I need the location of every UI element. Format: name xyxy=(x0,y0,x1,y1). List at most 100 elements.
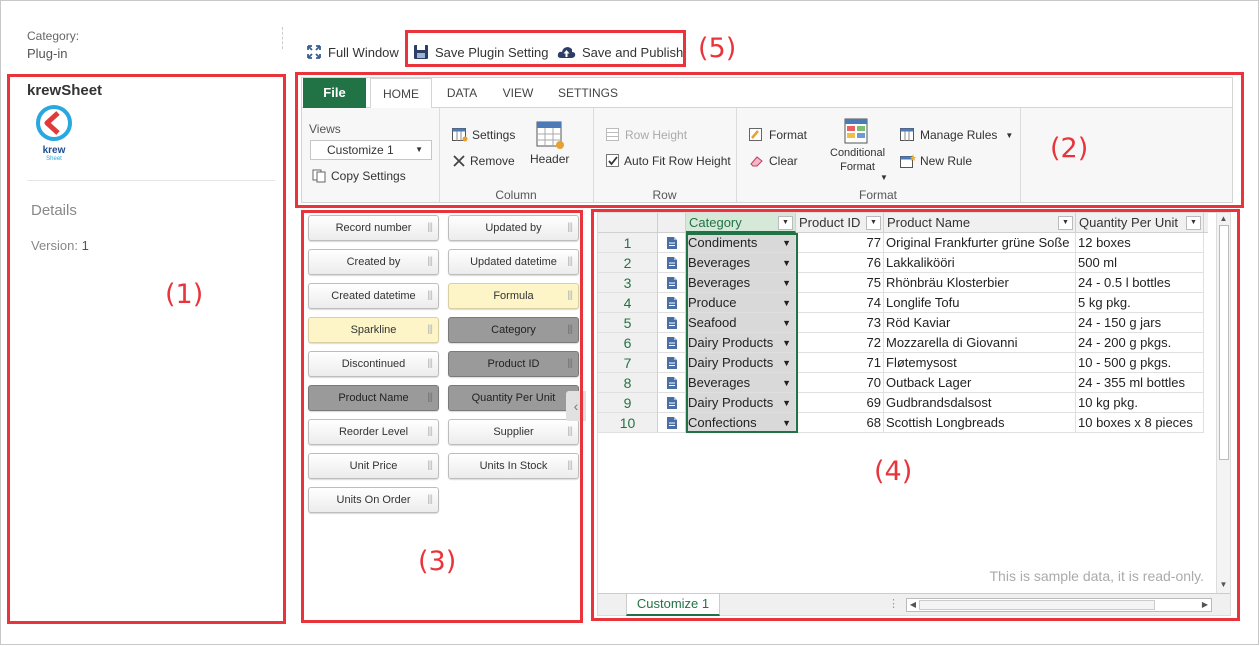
drag-handle-icon[interactable]: ||| xyxy=(427,216,433,240)
scroll-up-arrow-icon[interactable]: ▲ xyxy=(1217,213,1230,225)
document-icon[interactable] xyxy=(666,336,678,350)
product-name-cell[interactable]: Longlife Tofu xyxy=(884,293,1076,313)
product-id-cell[interactable]: 74 xyxy=(796,293,884,313)
record-detail-cell[interactable] xyxy=(658,293,686,313)
drag-handle-icon[interactable]: ||| xyxy=(427,250,433,274)
field-button[interactable]: Created by ||| xyxy=(308,249,439,275)
new-rule-button[interactable]: New Rule xyxy=(900,154,972,168)
category-cell[interactable]: Dairy Products ▼ xyxy=(686,393,796,413)
document-icon[interactable] xyxy=(666,256,678,270)
row-number[interactable]: 10 xyxy=(598,413,658,433)
filter-dropdown-icon[interactable]: ▼ xyxy=(1058,216,1073,230)
drag-handle-icon[interactable]: ||| xyxy=(427,284,433,308)
conditional-format-button[interactable]: Conditional Format xyxy=(830,118,885,174)
tab-settings[interactable]: SETTINGS xyxy=(554,78,622,108)
product-name-cell[interactable]: Scottish Longbreads xyxy=(884,413,1076,433)
cell-dropdown-icon[interactable]: ▼ xyxy=(782,373,791,392)
category-cell[interactable]: Beverages ▼ xyxy=(686,373,796,393)
product-id-cell[interactable]: 68 xyxy=(796,413,884,433)
tab-file[interactable]: File xyxy=(303,78,366,108)
field-button[interactable]: Formula ||| xyxy=(448,283,579,309)
column-header-category[interactable]: Category ▼ xyxy=(686,213,796,233)
product-id-cell[interactable]: 71 xyxy=(796,353,884,373)
field-button[interactable]: Reorder Level ||| xyxy=(308,419,439,445)
table-row[interactable]: 2 Beverages ▼ 76 Lakkalikööri 500 ml xyxy=(598,253,1208,273)
table-row[interactable]: 5 Seafood ▼ 73 Röd Kaviar 24 - 150 g jars xyxy=(598,313,1208,333)
row-number[interactable]: 6 xyxy=(598,333,658,353)
save-and-publish-button[interactable]: Save and Publish xyxy=(557,41,683,63)
table-row[interactable]: 6 Dairy Products ▼ 72 Mozzarella di Giovanni… xyxy=(598,333,1208,353)
conditional-format-caret-icon[interactable]: ▼ xyxy=(880,173,888,182)
drag-handle-icon[interactable]: ||| xyxy=(427,488,433,512)
format-button[interactable]: Format xyxy=(749,128,807,142)
tab-view[interactable]: VIEW xyxy=(498,78,538,108)
category-cell[interactable]: Condiments ▼ xyxy=(686,233,796,253)
column-header-product-name[interactable]: Product Name ▼ xyxy=(884,213,1076,233)
views-select[interactable]: Customize 1 ▼ xyxy=(310,140,432,160)
document-icon[interactable] xyxy=(666,276,678,290)
category-cell[interactable]: Beverages ▼ xyxy=(686,273,796,293)
document-icon[interactable] xyxy=(666,316,678,330)
product-id-cell[interactable]: 75 xyxy=(796,273,884,293)
horizontal-scrollbar[interactable]: ◀ ▶ xyxy=(906,598,1212,612)
quantity-per-unit-cell[interactable]: 24 - 200 g pkgs. xyxy=(1076,333,1204,353)
drag-handle-icon[interactable]: ||| xyxy=(567,352,573,376)
filter-dropdown-icon[interactable]: ▼ xyxy=(866,216,881,230)
field-button[interactable]: Supplier ||| xyxy=(448,419,579,445)
copy-settings-button[interactable]: Copy Settings xyxy=(312,169,406,183)
quantity-per-unit-cell[interactable]: 500 ml xyxy=(1076,253,1204,273)
field-button[interactable]: Units In Stock ||| xyxy=(448,453,579,479)
drag-handle-icon[interactable]: ||| xyxy=(567,284,573,308)
quantity-per-unit-cell[interactable]: 24 - 150 g jars xyxy=(1076,313,1204,333)
vertical-scroll-thumb[interactable] xyxy=(1219,225,1229,460)
field-button[interactable]: Updated by ||| xyxy=(448,215,579,241)
row-number[interactable]: 1 xyxy=(598,233,658,253)
record-detail-cell[interactable] xyxy=(658,253,686,273)
document-icon[interactable] xyxy=(666,296,678,310)
record-detail-cell[interactable] xyxy=(658,333,686,353)
product-id-cell[interactable]: 69 xyxy=(796,393,884,413)
document-icon[interactable] xyxy=(666,236,678,250)
cell-dropdown-icon[interactable]: ▼ xyxy=(782,333,791,352)
drag-handle-icon[interactable]: ||| xyxy=(567,420,573,444)
product-name-cell[interactable]: Röd Kaviar xyxy=(884,313,1076,333)
quantity-per-unit-cell[interactable]: 10 boxes x 8 pieces xyxy=(1076,413,1204,433)
cell-dropdown-icon[interactable]: ▼ xyxy=(782,273,791,292)
quantity-per-unit-cell[interactable]: 10 - 500 g pkgs. xyxy=(1076,353,1204,373)
drag-handle-icon[interactable]: ||| xyxy=(427,352,433,376)
cell-dropdown-icon[interactable]: ▼ xyxy=(782,353,791,372)
column-header-quantity-per-unit[interactable]: Quantity Per Unit ▼ xyxy=(1076,213,1204,233)
row-number[interactable]: 9 xyxy=(598,393,658,413)
manage-rules-button[interactable]: Manage Rules ▼ xyxy=(900,128,1013,142)
product-id-cell[interactable]: 73 xyxy=(796,313,884,333)
vertical-scrollbar[interactable]: ▲ ▼ xyxy=(1216,213,1230,593)
category-cell[interactable]: Confections ▼ xyxy=(686,413,796,433)
record-detail-cell[interactable] xyxy=(658,413,686,433)
record-detail-cell[interactable] xyxy=(658,233,686,253)
scroll-down-arrow-icon[interactable]: ▼ xyxy=(1217,579,1230,591)
product-id-cell[interactable]: 77 xyxy=(796,233,884,253)
field-button[interactable]: Discontinued ||| xyxy=(308,351,439,377)
column-header-product-id[interactable]: Product ID ▼ xyxy=(796,213,884,233)
cell-dropdown-icon[interactable]: ▼ xyxy=(782,253,791,272)
record-detail-cell[interactable] xyxy=(658,393,686,413)
sheet-tab-customize-1[interactable]: Customize 1 xyxy=(626,594,720,616)
product-name-cell[interactable]: Lakkalikööri xyxy=(884,253,1076,273)
auto-fit-row-height-checkbox[interactable]: Auto Fit Row Height xyxy=(606,154,731,168)
field-button[interactable]: Units On Order ||| xyxy=(308,487,439,513)
record-detail-cell[interactable] xyxy=(658,313,686,333)
quantity-per-unit-cell[interactable]: 24 - 0.5 l bottles xyxy=(1076,273,1204,293)
field-button[interactable]: Product ID ||| xyxy=(448,351,579,377)
record-detail-cell[interactable] xyxy=(658,373,686,393)
horizontal-scroll-thumb[interactable] xyxy=(919,600,1155,610)
record-detail-cell[interactable] xyxy=(658,353,686,373)
table-row[interactable]: 8 Beverages ▼ 70 Outback Lager 24 - 355 ml bo… xyxy=(598,373,1208,393)
field-button[interactable]: Category ||| xyxy=(448,317,579,343)
product-name-cell[interactable]: Mozzarella di Giovanni xyxy=(884,333,1076,353)
category-cell[interactable]: Produce ▼ xyxy=(686,293,796,313)
row-number[interactable]: 7 xyxy=(598,353,658,373)
column-header-button[interactable]: Header xyxy=(530,120,569,166)
table-row[interactable]: 10 Confections ▼ 68 Scottish Longbreads 10 bo… xyxy=(598,413,1208,433)
drag-handle-icon[interactable]: ||| xyxy=(427,386,433,410)
field-button[interactable]: Quantity Per Unit||| xyxy=(448,385,579,411)
